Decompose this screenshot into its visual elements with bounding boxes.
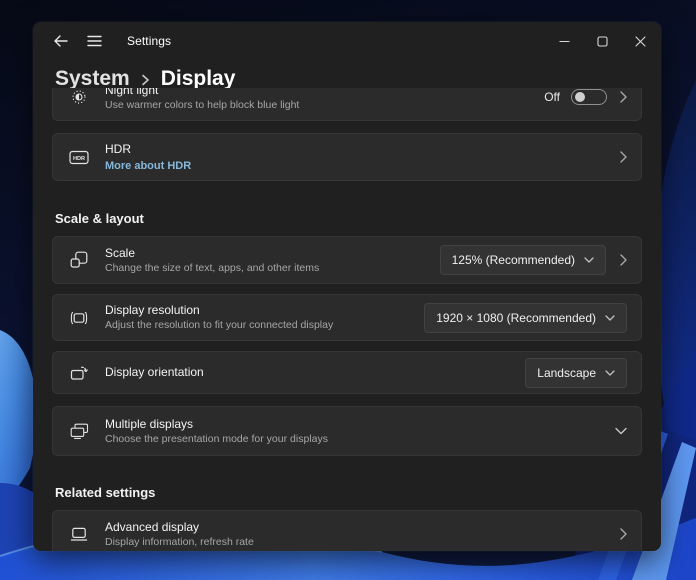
scale-title: Scale — [105, 246, 440, 261]
titlebar: Settings — [33, 22, 661, 60]
night-light-toggle[interactable] — [571, 89, 607, 105]
display-orientation-text: Display orientation — [105, 365, 525, 380]
chevron-down-icon — [605, 315, 615, 321]
multiple-displays-subtitle: Choose the presentation mode for your di… — [105, 433, 615, 446]
scale-icon — [69, 251, 89, 269]
section-related-settings: Related settings — [52, 485, 642, 500]
display-orientation-title: Display orientation — [105, 365, 525, 380]
settings-content: Night light Use warmer colors to help bl… — [52, 88, 642, 551]
display-resolution-icon — [69, 309, 89, 327]
hamburger-icon — [87, 35, 102, 47]
scale-row[interactable]: Scale Change the size of text, apps, and… — [52, 236, 642, 284]
maximize-button[interactable] — [583, 22, 621, 60]
section-scale-layout: Scale & layout — [52, 211, 642, 226]
scale-subtitle: Change the size of text, apps, and other… — [105, 262, 440, 275]
multiple-displays-text: Multiple displays Choose the presentatio… — [105, 417, 615, 446]
toggle-knob — [575, 92, 585, 102]
display-resolution-row[interactable]: Display resolution Adjust the resolution… — [52, 294, 642, 341]
close-icon — [635, 36, 646, 47]
advanced-display-subtitle: Display information, refresh rate — [105, 536, 620, 549]
scale-dropdown[interactable]: 125% (Recommended) — [440, 245, 606, 275]
chevron-right-icon — [620, 254, 627, 266]
scale-text: Scale Change the size of text, apps, and… — [105, 246, 440, 275]
back-button[interactable] — [47, 28, 73, 54]
night-light-controls: Off — [544, 89, 627, 105]
night-light-icon — [69, 88, 89, 106]
advanced-display-row[interactable]: Advanced display Display information, re… — [52, 510, 642, 551]
chevron-down-icon — [605, 370, 615, 376]
back-arrow-icon — [53, 34, 68, 48]
chevron-down-icon — [584, 257, 594, 263]
display-orientation-icon — [69, 364, 89, 382]
resolution-dropdown-value: 1920 × 1080 (Recommended) — [436, 311, 596, 325]
minimize-button[interactable] — [545, 22, 583, 60]
advanced-display-title: Advanced display — [105, 520, 620, 535]
night-light-text: Night light Use warmer colors to help bl… — [105, 88, 544, 112]
chevron-right-icon — [620, 528, 627, 540]
hdr-icon: HDR — [69, 150, 89, 165]
night-light-title: Night light — [105, 88, 544, 98]
expand-chevron-down-icon[interactable] — [615, 427, 627, 435]
hdr-text: HDR More about HDR — [105, 142, 620, 173]
hdr-row[interactable]: HDR HDR More about HDR — [52, 133, 642, 181]
breadcrumb-chevron-icon — [141, 73, 150, 87]
minimize-icon — [559, 36, 570, 47]
multiple-displays-row[interactable]: Multiple displays Choose the presentatio… — [52, 406, 642, 456]
multiple-displays-icon — [69, 422, 89, 440]
advanced-display-text: Advanced display Display information, re… — [105, 520, 620, 549]
orientation-dropdown-value: Landscape — [537, 366, 596, 380]
night-light-row[interactable]: Night light Use warmer colors to help bl… — [52, 88, 642, 121]
display-orientation-row[interactable]: Display orientation Landscape — [52, 351, 642, 394]
chevron-right-icon — [620, 151, 627, 163]
settings-window: Settings System Display Nig — [33, 22, 661, 551]
scale-dropdown-value: 125% (Recommended) — [452, 253, 575, 267]
multiple-displays-title: Multiple displays — [105, 417, 615, 432]
hdr-more-link[interactable]: More about HDR — [105, 159, 620, 173]
window-title: Settings — [127, 34, 171, 48]
maximize-icon — [597, 36, 608, 47]
night-light-subtitle: Use warmer colors to help block blue lig… — [105, 99, 544, 112]
screen: { "titlebar": { "app_title": "Settings" … — [0, 0, 696, 580]
advanced-display-icon — [69, 525, 89, 543]
chevron-right-icon — [620, 91, 627, 103]
close-button[interactable] — [621, 22, 659, 60]
resolution-dropdown[interactable]: 1920 × 1080 (Recommended) — [424, 303, 627, 333]
orientation-dropdown[interactable]: Landscape — [525, 358, 627, 388]
night-light-toggle-label: Off — [544, 90, 560, 104]
hdr-title: HDR — [105, 142, 620, 157]
display-resolution-text: Display resolution Adjust the resolution… — [105, 303, 424, 332]
display-resolution-subtitle: Adjust the resolution to fit your connec… — [105, 319, 424, 332]
window-controls — [545, 22, 659, 60]
nav-menu-button[interactable] — [81, 28, 107, 54]
display-resolution-title: Display resolution — [105, 303, 424, 318]
svg-text:HDR: HDR — [73, 156, 85, 162]
